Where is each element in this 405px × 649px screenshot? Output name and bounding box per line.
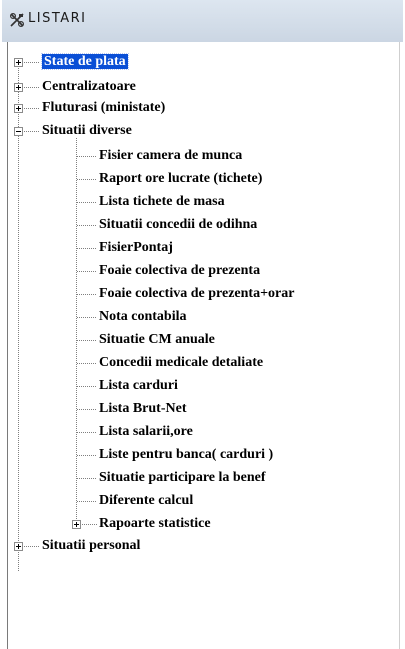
window-title: LISTARI [28, 11, 87, 26]
tree-item-situatii-concedii-de-odihna[interactable]: Situatii concedii de odihna [99, 216, 257, 234]
tree-item-label: Foaie colectiva de prezenta [99, 263, 261, 278]
tree-connector [82, 524, 97, 525]
tree-item-label: Situatii diverse [42, 123, 132, 138]
tree-item-situatii-personal[interactable]: Situatii personal [42, 537, 140, 555]
tree-item-situatii-diverse[interactable]: Situatii diverse [42, 122, 132, 140]
tree-connector [77, 386, 97, 387]
tree-item-label: Raport ore lucrate (tichete) [99, 171, 263, 186]
tree-item-label: Concedii medicale detaliate [99, 355, 264, 370]
tree-item-fluturasi[interactable]: Fluturasi (ministate) [42, 99, 165, 117]
tree-item-raport-ore-lucrate[interactable]: Raport ore lucrate (tichete) [99, 170, 262, 188]
tree-item-diferente-calcul[interactable]: Diferente calcul [99, 492, 193, 510]
tree-connector [24, 546, 40, 547]
tree-item-label: Situatii personal [42, 538, 141, 553]
tree-connector [77, 202, 97, 203]
tree-item-state-de-plata[interactable]: State de plata [41, 53, 129, 71]
tree-item-rapoarte-statistice[interactable]: Rapoarte statistice [99, 515, 211, 533]
expand-button-centralizatoare[interactable] [14, 83, 23, 92]
tree-item-lista-tichete-de-masa[interactable]: Lista tichete de masa [99, 193, 225, 211]
tree-item-label: Nota contabila [99, 309, 187, 324]
tree-item-fisier-camera-de-munca[interactable]: Fisier camera de munca [99, 147, 242, 165]
collapse-button-situatii-diverse[interactable] [14, 127, 23, 136]
expand-button-state-de-plata[interactable] [14, 58, 23, 67]
tree-item-fisierpontaj[interactable]: FisierPontaj [99, 239, 173, 257]
tree-connector [77, 179, 97, 180]
tree-connector [24, 87, 40, 88]
tree-item-label: Diferente calcul [99, 493, 194, 508]
tree-item-label: Lista Brut-Net [99, 401, 187, 416]
tree-item-concedii-medicale-detaliate[interactable]: Concedii medicale detaliate [99, 354, 263, 372]
tree-connector [24, 62, 40, 63]
tree-item-label: Lista carduri [99, 378, 178, 393]
tree-item-lista-salarii-ore[interactable]: Lista salarii,ore [99, 423, 193, 441]
tree-connector [77, 271, 97, 272]
tree-item-foaie-colectiva-de-prezenta-orar[interactable]: Foaie colectiva de prezenta+orar [99, 285, 294, 303]
expand-button-situatii-personal[interactable] [14, 542, 23, 551]
tree-connector [24, 131, 40, 132]
tree-item-label: Centralizatoare [42, 79, 136, 94]
tools-icon [9, 12, 25, 28]
expand-button-fluturasi[interactable] [14, 104, 23, 113]
tree-item-label: Situatie participare la benef [99, 470, 266, 485]
tree-item-label: Situatie CM anuale [99, 332, 215, 347]
tree-connector [77, 409, 97, 410]
tree-item-liste-pentru-banca[interactable]: Liste pentru banca( carduri ) [99, 446, 273, 464]
tree-item-label: State de plata [41, 53, 129, 70]
tree-item-label: Fluturasi (ministate) [42, 100, 166, 115]
tree-connector [24, 108, 40, 109]
tree-item-label: Lista salarii,ore [99, 424, 193, 439]
tree-child-line [76, 138, 77, 528]
tree-item-label: FisierPontaj [99, 240, 173, 255]
tree-item-label: Fisier camera de munca [99, 148, 243, 163]
tree-connector [77, 455, 97, 456]
tree-item-label: Situatii concedii de odihna [99, 217, 258, 232]
tree-item-label: Rapoarte statistice [99, 516, 211, 531]
tree-item-label: Foaie colectiva de prezenta+orar [99, 286, 295, 301]
tree-connector [77, 340, 97, 341]
report-tree[interactable]: State de plata Centralizatoare Fluturasi… [8, 42, 399, 649]
tree-item-nota-contabila[interactable]: Nota contabila [99, 308, 187, 326]
tree-item-situatie-participare-la-benef[interactable]: Situatie participare la benef [99, 469, 266, 487]
tree-connector [77, 248, 97, 249]
tree-root-line [18, 62, 19, 572]
tree-connector [77, 294, 97, 295]
tree-panel[interactable]: State de plata Centralizatoare Fluturasi… [7, 42, 400, 649]
tree-connector [77, 225, 97, 226]
tree-connector [77, 363, 97, 364]
tree-item-label: Lista tichete de masa [99, 194, 225, 209]
tree-item-foaie-colectiva-de-prezenta[interactable]: Foaie colectiva de prezenta [99, 262, 260, 280]
tree-item-label: Liste pentru banca( carduri ) [99, 447, 274, 462]
tree-item-centralizatoare[interactable]: Centralizatoare [42, 78, 136, 96]
listari-window: LISTARI State de plata Centralizatoare F… [0, 0, 405, 649]
tree-connector [77, 317, 97, 318]
tree-item-lista-carduri[interactable]: Lista carduri [99, 377, 178, 395]
tree-connector [77, 156, 97, 157]
tree-connector [77, 432, 97, 433]
tree-connector [77, 478, 97, 479]
tree-item-situatie-cm-anuale[interactable]: Situatie CM anuale [99, 331, 215, 349]
title-bar: LISTARI [2, 0, 403, 42]
tree-item-lista-brut-net[interactable]: Lista Brut-Net [99, 400, 187, 418]
tree-connector [77, 501, 97, 502]
expand-button-rapoarte-statistice[interactable] [72, 520, 81, 529]
